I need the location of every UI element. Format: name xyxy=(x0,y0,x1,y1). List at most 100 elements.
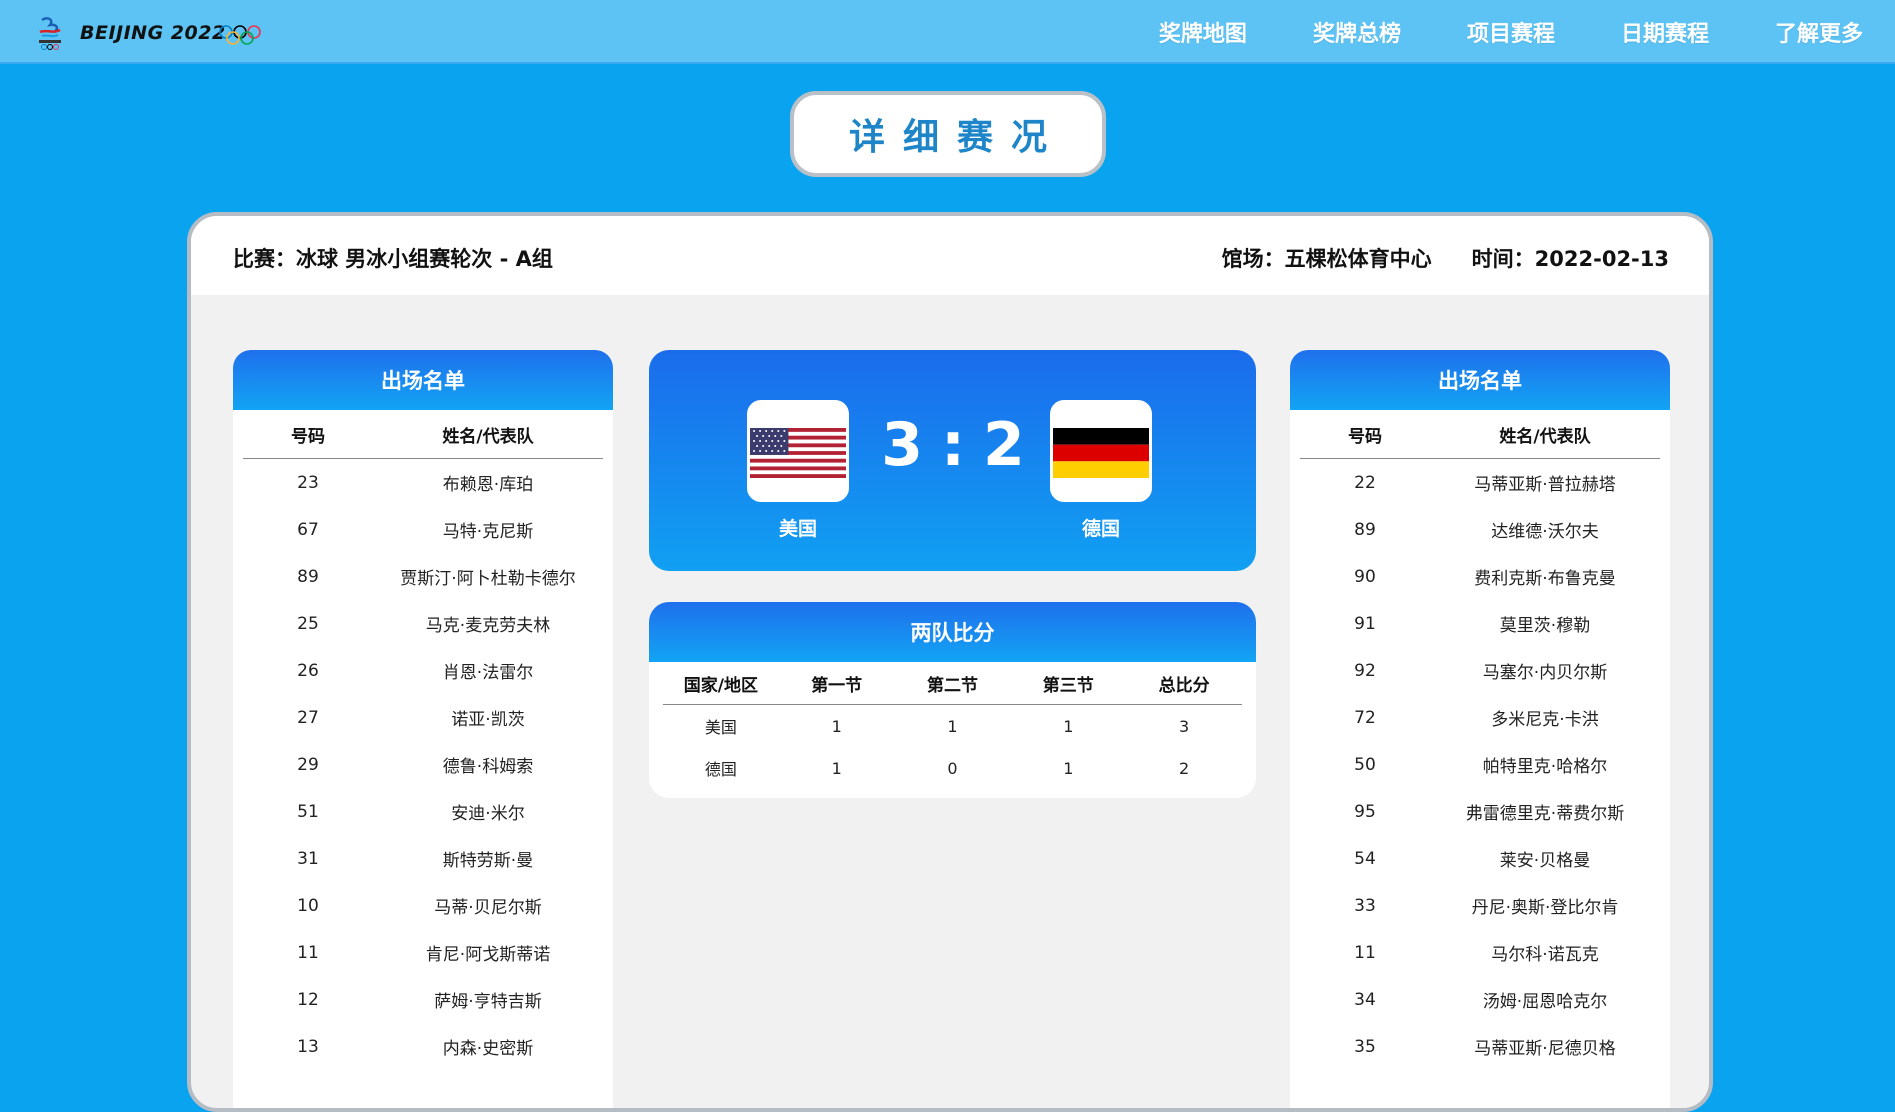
table-row: 22 马蒂亚斯·普拉赫塔 xyxy=(1300,459,1660,506)
away-roster-card: 出场名单 号码 姓名/代表队 22 马蒂亚斯·普拉赫塔 89 达维德·沃尔夫 90 费… xyxy=(1290,350,1670,1108)
period-scores-header: 国家/地区 第一节 第二节 第三节 总比分 xyxy=(663,662,1242,705)
away-roster-title: 出场名单 xyxy=(1290,350,1670,410)
away-score: 2 xyxy=(983,410,1025,480)
player-name: 弗雷德里克·蒂费尔斯 xyxy=(1465,804,1625,824)
table-row: 51 安迪·米尔 xyxy=(243,788,603,835)
table-row: 95 弗雷德里克·蒂费尔斯 xyxy=(1300,788,1660,835)
cell-period-2: 0 xyxy=(947,758,958,778)
player-number: 89 xyxy=(1354,519,1376,540)
player-number: 67 xyxy=(297,519,319,540)
usa-flag-graphic xyxy=(750,428,846,478)
player-number: 95 xyxy=(1354,801,1376,822)
nav-date-schedule[interactable]: 日期赛程 xyxy=(1621,16,1709,48)
col-number: 号码 xyxy=(1348,426,1382,447)
cell-period-2: 1 xyxy=(947,716,958,736)
table-row: 35 马蒂亚斯·尼德贝格 xyxy=(1300,1023,1660,1070)
player-name: 诺亚·凯茨 xyxy=(451,710,525,730)
table-row: 72 多米尼克·卡洪 xyxy=(1300,694,1660,741)
table-row: 33 丹尼·奥斯·登比尔肯 xyxy=(1300,882,1660,929)
player-number: 12 xyxy=(297,989,319,1010)
player-number: 23 xyxy=(297,472,319,493)
table-row: 31 斯特劳斯·曼 xyxy=(243,835,603,882)
player-number: 51 xyxy=(297,801,319,822)
nav-event-schedule[interactable]: 项目赛程 xyxy=(1467,16,1555,48)
usa-flag-icon xyxy=(747,400,849,502)
home-roster-title: 出场名单 xyxy=(233,350,613,410)
score-separator: : xyxy=(941,410,965,480)
scoreboard-card: 美国 3:2 德国 xyxy=(649,350,1256,571)
col-name: 姓名/代表队 xyxy=(1499,426,1591,447)
player-name: 斯特劳斯·曼 xyxy=(442,851,534,871)
main-nav: 奖牌地图 奖牌总榜 项目赛程 日期赛程 了解更多 xyxy=(1093,16,1863,48)
player-number: 50 xyxy=(1354,754,1376,775)
logo-wordmark: BEIJING 2022 xyxy=(80,22,226,44)
match-venue-time: 馆场：五棵松体育中心 时间：2022-02-13 xyxy=(1222,243,1669,273)
page-title-box: 详细赛况 xyxy=(790,91,1106,177)
cell-period-1: 1 xyxy=(831,758,842,778)
col-name: 姓名/代表队 xyxy=(442,426,534,447)
match-time: 时间：2022-02-13 xyxy=(1471,247,1669,271)
match-detail-panel: 比赛：冰球 男冰小组赛轮次 - A组 馆场：五棵松体育中心 时间：2022-02-… xyxy=(187,212,1713,1112)
player-name: 马蒂亚斯·普拉赫塔 xyxy=(1474,475,1616,495)
cell-total: 3 xyxy=(1178,716,1190,736)
player-name: 肖恩·法雷尔 xyxy=(442,663,534,683)
germany-flag-icon xyxy=(1050,400,1152,502)
cell-country: 美国 xyxy=(704,718,737,737)
player-number: 25 xyxy=(297,613,319,634)
player-number: 90 xyxy=(1354,566,1376,587)
player-number: 92 xyxy=(1354,660,1376,681)
table-row: 27 诺亚·凯茨 xyxy=(243,694,603,741)
table-row: 67 马特·克尼斯 xyxy=(243,506,603,553)
home-roster-header: 号码 姓名/代表队 xyxy=(243,410,603,459)
cell-period-3: 1 xyxy=(1063,758,1074,778)
col-period-3: 第三节 xyxy=(1042,675,1094,696)
table-row: 91 莫里茨·穆勒 xyxy=(1300,600,1660,647)
table-row: 89 达维德·沃尔夫 xyxy=(1300,506,1660,553)
away-roster-header: 号码 姓名/代表队 xyxy=(1300,410,1660,459)
home-roster-card: 出场名单 号码 姓名/代表队 23 布赖恩·库珀 67 马特·克尼斯 89 贾斯汀·阿… xyxy=(233,350,613,1108)
home-roster-list: 23 布赖恩·库珀 67 马特·克尼斯 89 贾斯汀·阿卜杜勒卡德尔 25 马克·麦克劳… xyxy=(233,459,613,1070)
match-event-info: 比赛：冰球 男冰小组赛轮次 - A组 xyxy=(233,247,553,271)
player-name: 马尔科·诺瓦克 xyxy=(1491,945,1599,965)
beijing-2022-emblem-icon xyxy=(39,17,61,50)
player-name: 达维德·沃尔夫 xyxy=(1491,522,1599,542)
table-row: 23 布赖恩·库珀 xyxy=(243,459,603,506)
player-name: 马蒂亚斯·尼德贝格 xyxy=(1474,1039,1616,1059)
nav-medal-table[interactable]: 奖牌总榜 xyxy=(1313,16,1401,48)
player-number: 54 xyxy=(1354,848,1376,869)
olympic-rings-icon xyxy=(219,25,261,45)
player-name: 布赖恩·库珀 xyxy=(442,475,534,495)
table-row: 26 肖恩·法雷尔 xyxy=(243,647,603,694)
col-country: 国家/地区 xyxy=(683,675,758,696)
player-name: 马蒂·贝尼尔斯 xyxy=(434,898,542,918)
table-row: 10 马蒂·贝尼尔斯 xyxy=(243,882,603,929)
cell-period-1: 1 xyxy=(831,716,842,736)
player-number: 33 xyxy=(1354,895,1376,916)
player-name: 莱安·贝格曼 xyxy=(1499,851,1591,871)
player-name: 肯尼·阿戈斯蒂诺 xyxy=(425,945,551,965)
col-number: 号码 xyxy=(291,426,325,447)
player-name: 马塞尔·内贝尔斯 xyxy=(1482,663,1608,683)
nav-medal-map[interactable]: 奖牌地图 xyxy=(1159,16,1247,48)
away-team-name: 德国 xyxy=(1081,518,1120,540)
cell-total: 2 xyxy=(1178,758,1190,778)
period-scores-table: 国家/地区 第一节 第二节 第三节 总比分 美国 1 1 1 3 德国 1 0 … xyxy=(663,662,1242,789)
player-name: 费利克斯·布鲁克曼 xyxy=(1474,569,1616,589)
player-name: 帕特里克·哈格尔 xyxy=(1482,757,1608,777)
player-name: 德鲁·科姆索 xyxy=(442,757,534,777)
player-number: 72 xyxy=(1354,707,1376,728)
away-roster-list: 22 马蒂亚斯·普拉赫塔 89 达维德·沃尔夫 90 费利克斯·布鲁克曼 91 莫里茨·… xyxy=(1290,459,1670,1070)
col-period-1: 第一节 xyxy=(811,675,863,696)
period-scores-card: 两队比分 国家/地区 第一节 第二节 第三节 总比分 美国 1 1 1 3 德国… xyxy=(649,602,1256,798)
nav-learn-more[interactable]: 了解更多 xyxy=(1775,16,1863,48)
player-number: 11 xyxy=(1354,942,1376,963)
match-info-bar: 比赛：冰球 男冰小组赛轮次 - A组 馆场：五棵松体育中心 时间：2022-02-… xyxy=(191,216,1709,295)
match-score: 3:2 xyxy=(859,410,1047,480)
cell-period-3: 1 xyxy=(1063,716,1074,736)
player-number: 34 xyxy=(1354,989,1376,1010)
player-name: 汤姆·屈恩哈克尔 xyxy=(1482,992,1608,1012)
page-title: 详细赛况 xyxy=(848,117,1065,158)
table-row: 54 莱安·贝格曼 xyxy=(1300,835,1660,882)
table-row: 美国 1 1 1 3 xyxy=(663,705,1242,747)
table-row: 89 贾斯汀·阿卜杜勒卡德尔 xyxy=(243,553,603,600)
